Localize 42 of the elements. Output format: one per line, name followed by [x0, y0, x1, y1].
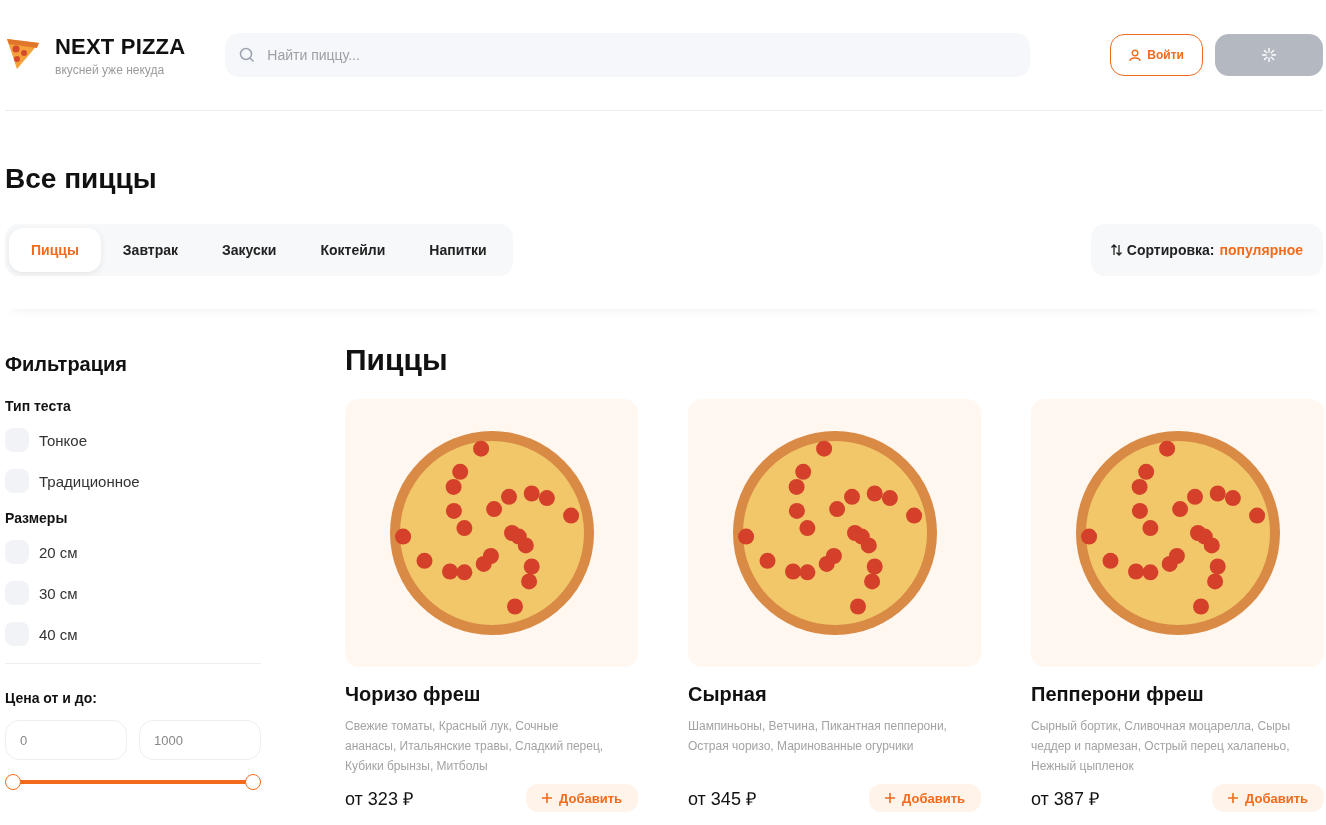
filter-group-title: Размеры — [5, 510, 69, 526]
sort-button[interactable]: Сортировка: популярное — [1090, 224, 1323, 276]
checkbox-label[interactable]: 20 см — [39, 543, 78, 561]
product-name: Пепперони фреш — [1031, 683, 1205, 706]
filter-group-title: Тип теста — [5, 398, 72, 414]
logo-title: NEXT PIZZA — [55, 33, 186, 60]
filter-title: Фильтрация — [5, 353, 128, 376]
product-description: Сырный бортик, Сливочная моцарелла, Сыры чеддер и пармезан, Острый перец халапеньо, Нежный цыпленок — [1031, 718, 1292, 775]
slider-thumb[interactable] — [245, 774, 261, 790]
section-title: Пиццы — [345, 343, 449, 377]
checkbox-label[interactable]: 30 см — [39, 584, 78, 602]
product-name: Сырная — [688, 683, 768, 706]
product-price: от 323 ₽ — [345, 788, 413, 810]
price-to-field[interactable]: 1000 — [139, 720, 261, 760]
product-name: Чоризо фреш — [345, 683, 482, 706]
cart-button[interactable] — [1215, 34, 1323, 76]
checkbox-label[interactable]: 40 см — [39, 625, 78, 643]
slider-thumb[interactable] — [5, 774, 21, 790]
spinner-icon — [1261, 47, 1277, 63]
sort-arrows-icon — [1110, 244, 1122, 256]
plus-icon — [542, 793, 553, 803]
logo-subtitle: вкусней уже некуда — [55, 62, 166, 77]
search-bar[interactable]: Найти пиццу... — [225, 33, 1031, 77]
category-tab[interactable]: Завтрак — [100, 228, 201, 272]
checkbox-label[interactable]: Тонкое — [39, 431, 88, 449]
price-from-field[interactable]: 0 — [5, 720, 127, 760]
search-input[interactable]: Найти пиццу... — [265, 46, 891, 64]
price-title: Цена от и до: — [5, 690, 98, 706]
product-description: Шампиньоны, Ветчина, Пикантная пепперони, Острая чоризо, Маринованные огурчики — [688, 718, 948, 755]
product-description: Свежие томаты, Красный лук, Сочные ананасы, Итальянские травы, Сладкий перец, Кубики брынзы, Митболы — [345, 718, 605, 775]
plus-icon — [1228, 793, 1239, 803]
user-icon — [1129, 48, 1142, 62]
category-tab[interactable]: Закуски — [200, 228, 299, 272]
checkbox-label[interactable]: Традиционное — [39, 472, 140, 490]
category-tab[interactable]: Коктейли — [298, 228, 408, 272]
price-slider[interactable] — [5, 774, 261, 790]
product-price: от 345 ₽ — [688, 788, 756, 810]
plus-icon — [885, 793, 896, 803]
product-price: от 387 ₽ — [1031, 788, 1099, 810]
page-title: Все пиццы — [5, 163, 158, 195]
category-tab[interactable]: Напитки — [407, 228, 509, 272]
search-icon — [239, 47, 256, 63]
